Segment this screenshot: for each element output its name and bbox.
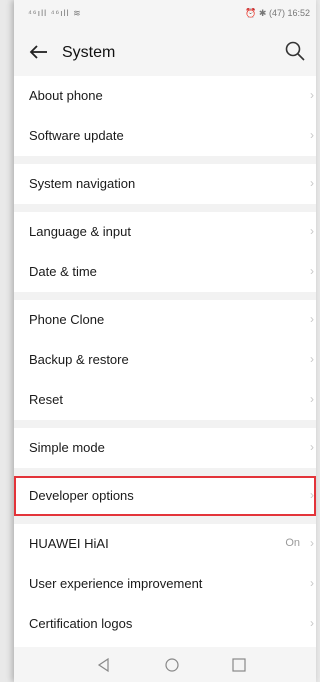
- settings-item-developer-options[interactable]: Developer options ›: [14, 476, 316, 516]
- settings-item-system-navigation[interactable]: System navigation ›: [14, 164, 316, 204]
- chevron-right-icon: ›: [310, 264, 314, 278]
- settings-item-certification-logos[interactable]: Certification logos ›: [14, 604, 316, 644]
- chevron-right-icon: ›: [310, 616, 314, 630]
- nav-home-icon[interactable]: [164, 657, 180, 673]
- chevron-right-icon: ›: [310, 176, 314, 190]
- phone-screen: ⁴⁶ıll ⁴⁶ıll ≋ ⏰ ✱ (47) 16:52 System Abou…: [14, 0, 316, 682]
- settings-item-label: Software update: [29, 128, 124, 143]
- chevron-right-icon: ›: [310, 88, 314, 102]
- chevron-right-icon: ›: [310, 392, 314, 406]
- group-divider: [14, 468, 316, 476]
- settings-item-software-update[interactable]: Software update ›: [14, 116, 316, 156]
- settings-group: About phone › Software update ›: [14, 76, 316, 156]
- chevron-right-icon: ›: [310, 576, 314, 590]
- settings-item-language-input[interactable]: Language & input ›: [14, 212, 316, 252]
- settings-item-simple-mode[interactable]: Simple mode ›: [14, 428, 316, 468]
- settings-item-label: Date & time: [29, 264, 97, 279]
- settings-item-label: Language & input: [29, 224, 131, 239]
- group-divider: [14, 420, 316, 428]
- settings-group: HUAWEI HiAI On › User experience improvemen…: [14, 524, 316, 644]
- settings-item-label: User experience improvement: [29, 576, 203, 591]
- settings-item-label: Simple mode: [29, 440, 105, 455]
- settings-item-label: Developer options: [29, 488, 134, 503]
- settings-group: Phone Clone › Backup & restore › Reset ›: [14, 300, 316, 420]
- page-title: System: [62, 44, 116, 61]
- status-right-info: ⏰ ✱ (47) 16:52: [245, 8, 310, 18]
- group-divider: [14, 204, 316, 212]
- settings-group: System navigation ›: [14, 164, 316, 204]
- back-arrow-icon[interactable]: [28, 37, 52, 67]
- nav-back-icon[interactable]: [96, 657, 112, 673]
- settings-group: Developer options ›: [14, 476, 316, 516]
- settings-item-date-time[interactable]: Date & time ›: [14, 252, 316, 292]
- settings-item-label: Reset: [29, 392, 63, 407]
- settings-item-label: HUAWEI HiAI: [29, 536, 109, 551]
- settings-item-huawei-hiai[interactable]: HUAWEI HiAI On ›: [14, 524, 316, 564]
- settings-item-label: Backup & restore: [29, 352, 129, 367]
- settings-item-phone-clone[interactable]: Phone Clone ›: [14, 300, 316, 340]
- settings-item-label: About phone: [29, 88, 103, 103]
- settings-item-about-phone[interactable]: About phone ›: [14, 76, 316, 116]
- settings-item-value: On: [285, 537, 300, 549]
- chevron-right-icon: ›: [310, 440, 314, 454]
- status-bar: ⁴⁶ıll ⁴⁶ıll ≋ ⏰ ✱ (47) 16:52: [14, 0, 316, 28]
- app-header: System: [14, 28, 316, 76]
- navigation-bar: [14, 647, 316, 682]
- chevron-right-icon: ›: [310, 312, 314, 326]
- settings-group: Language & input › Date & time ›: [14, 212, 316, 292]
- settings-item-reset[interactable]: Reset ›: [14, 380, 316, 420]
- settings-item-label: System navigation: [29, 176, 136, 191]
- nav-recent-icon[interactable]: [231, 657, 247, 673]
- group-divider: [14, 156, 316, 164]
- chevron-right-icon: ›: [310, 536, 314, 550]
- chevron-right-icon: ›: [310, 128, 314, 142]
- group-divider: [14, 516, 316, 524]
- settings-group: Simple mode ›: [14, 428, 316, 468]
- settings-item-backup-restore[interactable]: Backup & restore ›: [14, 340, 316, 380]
- settings-item-label: Certification logos: [29, 616, 133, 631]
- group-divider: [14, 292, 316, 300]
- settings-item-user-experience-improvement[interactable]: User experience improvement ›: [14, 564, 316, 604]
- settings-list: About phone › Software update › System navig…: [14, 76, 316, 644]
- settings-item-label: Phone Clone: [29, 312, 105, 327]
- chevron-right-icon: ›: [310, 488, 314, 502]
- signal-wifi-indicators: ⁴⁶ıll ⁴⁶ıll ≋: [28, 8, 82, 18]
- chevron-right-icon: ›: [310, 224, 314, 238]
- chevron-right-icon: ›: [310, 352, 314, 366]
- search-icon[interactable]: [284, 40, 306, 62]
